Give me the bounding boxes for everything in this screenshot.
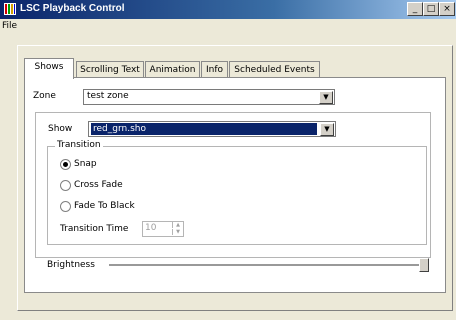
main-window: LSC Playback Control _ □ × File Shows Sc…	[0, 0, 456, 320]
zone-dropdown[interactable]: test zone ▼	[83, 89, 335, 105]
transition-time-spinner[interactable]: 10 ▲ ▼	[142, 221, 184, 237]
minimize-button[interactable]: _	[407, 2, 423, 16]
transition-time-value: 10	[145, 223, 157, 233]
radio-cross-fade[interactable]	[60, 180, 71, 191]
menu-bar: File	[0, 19, 456, 35]
shows-panel: Zone test zone ▼ Show red_grn.sho ▼ Tran…	[24, 77, 446, 293]
zone-label: Zone	[33, 91, 56, 101]
show-dropdown[interactable]: red_grn.sho ▼	[88, 121, 336, 137]
tab-shows[interactable]: Shows	[24, 58, 74, 79]
tab-animation[interactable]: Animation	[145, 61, 200, 78]
transition-group-label: Transition	[55, 140, 103, 150]
chevron-down-icon[interactable]: ▼	[319, 91, 333, 104]
menu-file[interactable]: File	[2, 21, 17, 31]
fade-to-black-label: Fade To Black	[74, 201, 135, 211]
brightness-track[interactable]	[109, 264, 429, 267]
tab-scrolling-text[interactable]: Scrolling Text	[76, 61, 144, 78]
title-bar[interactable]: LSC Playback Control _ □ ×	[0, 0, 456, 19]
radio-fade-to-black[interactable]	[60, 201, 71, 212]
zone-value: test zone	[87, 91, 129, 101]
radio-snap[interactable]	[60, 159, 71, 170]
chevron-down-icon[interactable]: ▼	[320, 123, 334, 136]
spin-up-icon[interactable]: ▲	[172, 222, 183, 228]
tab-scheduled-events[interactable]: Scheduled Events	[229, 61, 320, 78]
brightness-slider-thumb[interactable]	[419, 258, 429, 272]
maximize-button[interactable]: □	[423, 2, 439, 16]
brightness-label: Brightness	[47, 260, 95, 270]
transition-time-label: Transition Time	[60, 224, 129, 234]
spin-down-icon[interactable]: ▼	[172, 229, 183, 235]
cross-fade-label: Cross Fade	[74, 180, 123, 190]
tab-info[interactable]: Info	[201, 61, 228, 78]
close-button[interactable]: ×	[439, 2, 455, 16]
app-icon	[4, 3, 16, 15]
radio-selected-dot	[63, 162, 68, 167]
window-title: LSC Playback Control	[20, 3, 125, 14]
show-label: Show	[48, 124, 73, 134]
snap-label: Snap	[74, 159, 97, 169]
show-value: red_grn.sho	[91, 123, 317, 135]
